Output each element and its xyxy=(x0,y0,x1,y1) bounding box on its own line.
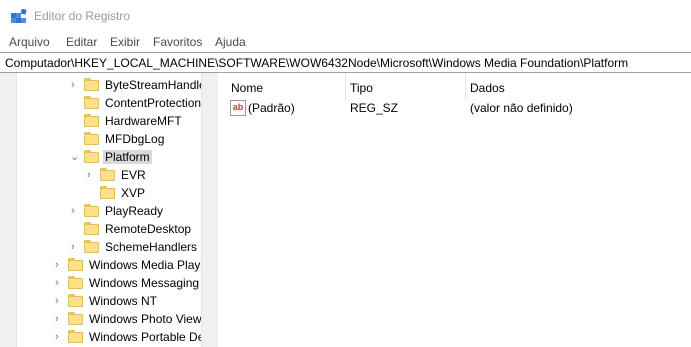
menu-favoritos[interactable]: Favoritos xyxy=(153,35,202,49)
chevron-right-icon[interactable]: › xyxy=(55,313,65,325)
folder-icon xyxy=(84,96,99,109)
key-tree: › ByteStreamHandlers ContentProtectionSy… xyxy=(0,73,201,347)
value-data: (valor não definido) xyxy=(470,101,573,115)
tree-item-windows-nt[interactable]: › Windows NT xyxy=(0,292,201,310)
menu-arquivo[interactable]: Arquivo xyxy=(9,35,50,49)
registry-editor-icon xyxy=(11,9,27,23)
column-divider[interactable] xyxy=(345,73,346,101)
folder-icon xyxy=(68,312,83,325)
menu-exibir[interactable]: Exibir xyxy=(110,35,140,49)
chevron-right-icon[interactable]: › xyxy=(55,277,65,289)
folder-icon xyxy=(84,222,99,235)
folder-icon xyxy=(84,150,99,163)
tree-scrollbar[interactable] xyxy=(201,73,218,347)
address-bar[interactable]: Computador\HKEY_LOCAL_MACHINE\SOFTWARE\W… xyxy=(0,52,691,73)
string-value-icon: ab xyxy=(230,100,246,116)
tree-item-xvp[interactable]: XVP xyxy=(0,184,201,202)
tree-item-contentprotectionsystems[interactable]: ContentProtectionSystems xyxy=(0,94,201,112)
address-path[interactable]: Computador\HKEY_LOCAL_MACHINE\SOFTWARE\W… xyxy=(5,56,628,70)
tree-item-windows-portable-devices[interactable]: › Windows Portable Devices xyxy=(0,328,201,346)
folder-icon xyxy=(84,132,99,145)
column-header-tipo[interactable]: Tipo xyxy=(350,81,373,95)
chevron-right-icon[interactable]: › xyxy=(71,241,81,253)
chevron-right-icon[interactable]: › xyxy=(87,169,97,181)
menu-ajuda[interactable]: Ajuda xyxy=(215,35,246,49)
folder-icon xyxy=(84,204,99,217)
tree-item-windows-photo-viewer[interactable]: › Windows Photo Viewer xyxy=(0,310,201,328)
column-divider[interactable] xyxy=(465,73,466,101)
folder-icon xyxy=(68,276,83,289)
tree-item-mfdbglog[interactable]: MFDbgLog xyxy=(0,130,201,148)
folder-icon xyxy=(84,240,99,253)
folder-icon xyxy=(84,114,99,127)
folder-icon xyxy=(100,168,115,181)
tree-item-windows-media-player[interactable]: › Windows Media Player xyxy=(0,256,201,274)
chevron-down-icon[interactable]: ⌄ xyxy=(70,151,80,163)
chevron-right-icon[interactable]: › xyxy=(55,259,65,271)
tree-item-platform[interactable]: ⌄ Platform xyxy=(0,148,201,166)
menu-bar: Arquivo Editar Exibir Favoritos Ajuda xyxy=(0,32,691,52)
chevron-right-icon[interactable]: › xyxy=(55,331,65,343)
folder-icon xyxy=(68,330,83,343)
tree-item-remotedesktop[interactable]: RemoteDesktop xyxy=(0,220,201,238)
chevron-right-icon[interactable]: › xyxy=(71,205,81,217)
menu-editar[interactable]: Editar xyxy=(66,35,97,49)
value-row[interactable]: ab (Padrão) REG_SZ (valor não definido) xyxy=(223,99,691,117)
folder-icon xyxy=(84,78,99,91)
tree-item-evr[interactable]: › EVR xyxy=(0,166,201,184)
folder-icon xyxy=(68,294,83,307)
column-header-nome[interactable]: Nome xyxy=(231,81,263,95)
chevron-right-icon[interactable]: › xyxy=(55,295,65,307)
folder-icon xyxy=(100,186,115,199)
folder-icon xyxy=(68,258,83,271)
column-header-dados[interactable]: Dados xyxy=(470,81,505,95)
title-bar: Editor do Registro xyxy=(0,0,691,32)
window-title: Editor do Registro xyxy=(34,9,131,23)
tree-item-schemehandlers[interactable]: › SchemeHandlers xyxy=(0,238,201,256)
tree-item-hardwaremft[interactable]: HardwareMFT xyxy=(0,112,201,130)
tree-item-bytestreamhandlers[interactable]: › ByteStreamHandlers xyxy=(0,76,201,94)
values-list-header: Nome Tipo Dados xyxy=(223,73,691,101)
chevron-right-icon[interactable]: › xyxy=(71,79,81,91)
value-type: REG_SZ xyxy=(350,101,399,115)
value-name: (Padrão) xyxy=(248,101,295,115)
tree-item-windows-messaging[interactable]: › Windows Messaging Subsystem xyxy=(0,274,201,292)
tree-item-playready[interactable]: › PlayReady xyxy=(0,202,201,220)
